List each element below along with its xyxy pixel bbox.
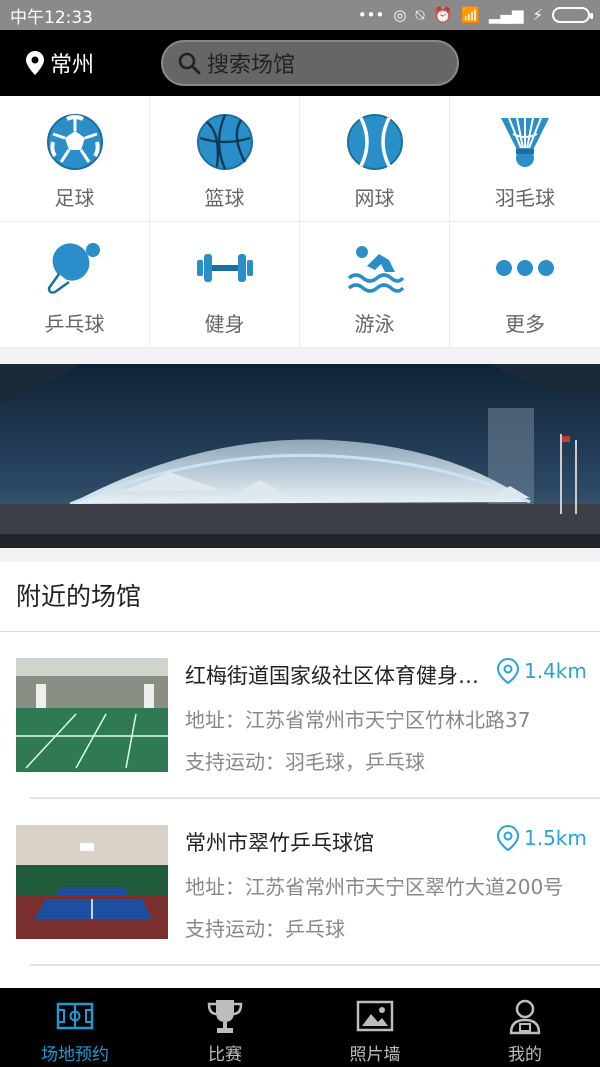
status-bar: 中午12:33 ••• ◎ ⍉ ⏰ 📶 ▂▄▆ ⚡ bbox=[0, 0, 600, 30]
trophy-icon bbox=[207, 1000, 243, 1033]
category-badminton[interactable]: 羽毛球 bbox=[450, 96, 600, 222]
divider bbox=[30, 964, 600, 966]
category-tennis[interactable]: 网球 bbox=[300, 96, 450, 222]
top-bar: 常州 搜索场馆 bbox=[0, 30, 600, 96]
soccer-ball-icon bbox=[46, 114, 103, 170]
category-ping-pong[interactable]: 乒乓球 bbox=[0, 222, 150, 348]
sports-category-grid: 足球 篮球 网球 羽毛球 乒乓球 健身 游泳 更多 bbox=[0, 96, 600, 348]
category-label: 足球 bbox=[54, 186, 95, 210]
nearby-venues-section: 附近的场馆 红梅街道国家级社区体育健身中心 1.4km 地址：江苏省常州市天宁区… bbox=[0, 562, 600, 988]
city-selector[interactable]: 常州 bbox=[26, 47, 161, 79]
tab-label: 我的 bbox=[508, 1045, 542, 1065]
tab-label: 比赛 bbox=[208, 1045, 242, 1065]
more-dots-icon bbox=[496, 260, 554, 276]
venue-supported-sports: 支持运动：羽毛球，乒乓球 bbox=[185, 750, 425, 774]
user-icon bbox=[509, 999, 541, 1035]
tab-label: 场地预约 bbox=[41, 1045, 109, 1065]
ping-pong-icon bbox=[47, 243, 100, 294]
battery-icon bbox=[552, 7, 593, 23]
category-label: 游泳 bbox=[354, 312, 395, 336]
distance-label: 1.5km bbox=[524, 826, 587, 850]
venue-thumbnail bbox=[16, 825, 168, 939]
tennis-ball-icon bbox=[346, 114, 403, 170]
distance-label: 1.4km bbox=[524, 659, 587, 683]
category-fitness[interactable]: 健身 bbox=[150, 222, 300, 348]
category-label: 羽毛球 bbox=[495, 186, 555, 210]
category-swimming[interactable]: 游泳 bbox=[300, 222, 450, 348]
category-label: 网球 bbox=[354, 186, 395, 210]
venue-address: 地址：江苏省常州市天宁区竹林北路37 bbox=[185, 708, 531, 732]
signal-icon: ▂▄▆ bbox=[488, 6, 524, 24]
promo-banner[interactable] bbox=[0, 364, 600, 548]
venue-name: 红梅街道国家级社区体育健身中心 bbox=[185, 664, 485, 688]
tab-competition[interactable]: 比赛 bbox=[150, 988, 300, 1067]
category-label: 乒乓球 bbox=[44, 312, 105, 336]
tab-label: 照片墙 bbox=[349, 1045, 401, 1065]
search-input[interactable]: 搜索场馆 bbox=[161, 40, 459, 86]
city-label: 常州 bbox=[50, 53, 95, 78]
category-label: 健身 bbox=[204, 312, 245, 336]
dumbbell-icon bbox=[196, 254, 253, 282]
venue-card[interactable]: 常州市翠竹乒乓球馆 1.5km 地址：江苏省常州市天宁区翠竹大道200号 支持运… bbox=[0, 799, 600, 964]
shuttlecock-icon bbox=[501, 117, 549, 167]
tab-photo-wall[interactable]: 照片墙 bbox=[300, 988, 450, 1067]
category-label: 更多 bbox=[505, 312, 545, 336]
alarm-icon: ⏰ bbox=[433, 6, 453, 24]
status-time: 中午12:33 bbox=[10, 7, 93, 28]
venue-thumbnail bbox=[16, 658, 168, 772]
basketball-icon bbox=[196, 114, 253, 170]
venue-name: 常州市翠竹乒乓球馆 bbox=[185, 831, 374, 855]
mute-icon: ◎ bbox=[393, 6, 407, 24]
court-icon bbox=[56, 1002, 94, 1030]
venue-address: 地址：江苏省常州市天宁区翠竹大道200号 bbox=[185, 875, 564, 899]
section-title: 附近的场馆 bbox=[0, 562, 600, 632]
bottom-tab-bar: 场地预约 比赛 照片墙 我的 bbox=[0, 988, 600, 1067]
stadium-banner-image bbox=[0, 364, 600, 548]
venue-distance: 1.4km bbox=[497, 658, 587, 684]
category-basketball[interactable]: 篮球 bbox=[150, 96, 300, 222]
status-icons: ••• ◎ ⍉ ⏰ 📶 ▂▄▆ ⚡ bbox=[357, 6, 593, 24]
location-pin-icon bbox=[497, 825, 519, 851]
venue-distance: 1.5km bbox=[497, 825, 587, 851]
location-pin-icon bbox=[26, 51, 44, 75]
category-label: 篮球 bbox=[204, 186, 245, 210]
category-soccer[interactable]: 足球 bbox=[0, 96, 150, 222]
tab-mine[interactable]: 我的 bbox=[450, 988, 600, 1067]
search-icon bbox=[178, 52, 201, 75]
more-notifications-icon: ••• bbox=[357, 6, 385, 24]
venue-card[interactable]: 红梅街道国家级社区体育健身中心 1.4km 地址：江苏省常州市天宁区竹林北路37… bbox=[0, 632, 600, 797]
location-pin-icon bbox=[497, 658, 519, 684]
swimmer-icon bbox=[347, 246, 404, 293]
search-placeholder: 搜索场馆 bbox=[207, 53, 296, 78]
category-more[interactable]: 更多 bbox=[450, 222, 600, 348]
alarm-off-icon: ⍉ bbox=[415, 6, 425, 24]
venue-supported-sports: 支持运动：乒乓球 bbox=[185, 917, 345, 941]
wifi-icon: 📶 bbox=[461, 6, 480, 24]
charging-icon: ⚡ bbox=[532, 6, 543, 24]
photo-icon bbox=[356, 1000, 394, 1032]
tab-venue-booking[interactable]: 场地预约 bbox=[0, 988, 150, 1067]
